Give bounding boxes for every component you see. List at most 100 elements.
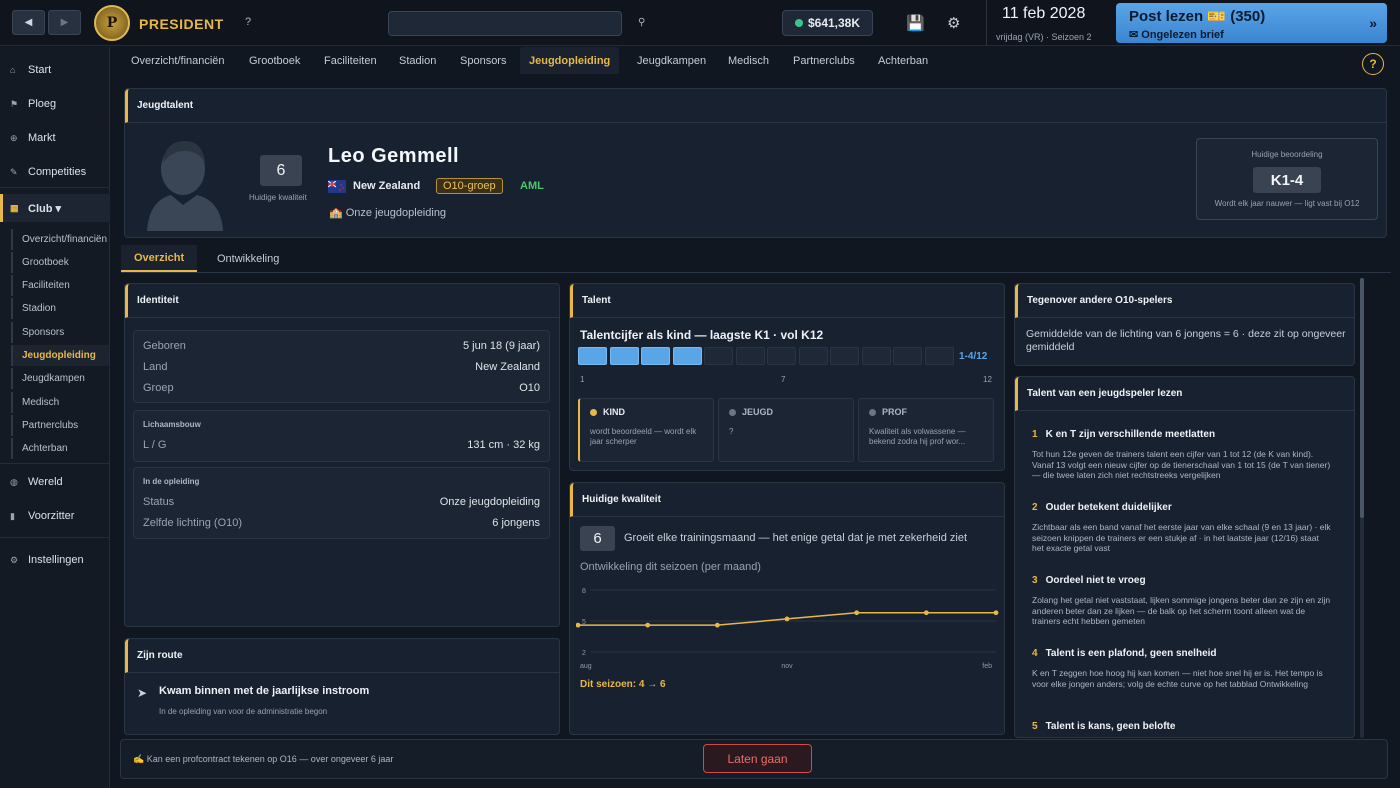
talent-segment (672, 347, 702, 365)
data-point (784, 616, 790, 622)
section-title: Talent van een jeugdspeler lezen (1015, 377, 1354, 411)
sidebar-item-markt[interactable]: ⊕ Markt (0, 124, 110, 152)
sidebar-sub-partnerclubs[interactable]: Partnerclubs (11, 415, 109, 436)
tab-jeugdkampen[interactable]: Jeugdkampen (637, 47, 706, 74)
forward-button[interactable]: ▶ (48, 10, 81, 35)
nz-flag-icon (327, 180, 346, 193)
route-headline: Kwam binnen met de jaarlijkse instroom (159, 685, 370, 697)
stage-name: JEUGD (742, 407, 774, 417)
sidebar-sub-jeugdkampen[interactable]: Jeugdkampen (11, 368, 109, 389)
tab-achterban[interactable]: Achterban (878, 47, 928, 74)
talent-segment (641, 347, 670, 365)
row-label: Zelfde lichting (O10) (143, 517, 243, 529)
guide-item: 3 Oordeel niet te vroeg Zolang het getal n… (1032, 575, 1332, 627)
data-point (576, 622, 581, 628)
sidebar-item-wereld[interactable]: ◍ Wereld (0, 468, 110, 496)
whistle-icon[interactable]: ⚙ (947, 14, 960, 32)
sidebar-item-club[interactable]: ▦ Club ▾ (0, 194, 110, 222)
sidebar-item-label: Wereld (28, 476, 63, 488)
guide-body: Zichtbaar als een band vanaf het eerste … (1032, 522, 1331, 554)
tab-sponsors[interactable]: Sponsors (460, 47, 506, 74)
sidebar-sub-jeugdopleiding[interactable]: Jeugdopleiding (11, 345, 109, 366)
club-icon: ▦ (10, 202, 19, 213)
date-display[interactable]: 11 feb 2028 vrijdag (VR) · Seizoen 2 (986, 0, 1103, 46)
tab-grootboek[interactable]: Grootboek (249, 47, 300, 74)
sidebar-item-label: Start (28, 64, 52, 76)
tab-partnerclubs[interactable]: Partnerclubs (793, 47, 855, 74)
guide-number: 1 (1032, 429, 1038, 440)
sidebar-item-competities[interactable]: ✎ Competities (0, 158, 110, 186)
row-value: 6 jongens (492, 517, 540, 529)
tab-overzicht[interactable]: Overzicht/financiën (131, 47, 225, 74)
tab-medisch[interactable]: Medisch (728, 47, 769, 74)
data-point (645, 622, 651, 628)
sidebar-divider (0, 187, 110, 188)
sidebar-sub-faciliteiten[interactable]: Faciliteiten (11, 275, 109, 296)
status-row: Status Onze jeugdopleiding (143, 496, 540, 508)
scrollbar[interactable] (1360, 278, 1364, 738)
help-button[interactable]: ? (1362, 53, 1384, 75)
quality-label: Huidige kwaliteit (249, 193, 307, 202)
back-button[interactable]: ◀ (12, 10, 45, 35)
help-icon[interactable]: ? (245, 16, 251, 28)
y-tick-label: 8 (582, 588, 586, 595)
sidebar-sub-sponsors[interactable]: Sponsors (11, 322, 109, 343)
save-icon[interactable]: 💾 (906, 14, 925, 32)
gear-icon: ⚙ (10, 554, 19, 565)
stage-dot-icon (729, 408, 736, 416)
guide-number: 2 (1032, 502, 1038, 513)
identity-card: Geboren 5 jun 18 (9 jaar) Land New Zealand… (133, 330, 550, 403)
guide-body: K en T zeggen hoe hoog hij kan komen — n… (1032, 668, 1323, 689)
sidebar-item-start[interactable]: ⌂ Start (0, 56, 110, 84)
release-button[interactable]: Laten gaan (703, 744, 812, 773)
home-icon: ⌂ (10, 65, 16, 75)
guide-item: 5 Talent is kans, geen belofte (1032, 721, 1332, 732)
sidebar-item-ploeg[interactable]: ⚑ Ploeg (0, 90, 110, 118)
sidebar-sub-medisch[interactable]: Medisch (11, 392, 109, 413)
current-date: 11 feb 2028 (1002, 5, 1086, 22)
balance-display[interactable]: $641,38K (782, 10, 873, 36)
rating-label: Huidige beoordeling (1251, 150, 1323, 159)
tab-stadion[interactable]: Stadion (399, 47, 436, 74)
current-rating-box: Huidige beoordeling K1-4 Wordt elk jaar … (1196, 138, 1378, 220)
talent-subtitle: Talentcijfer als kind — laagste K1 · vol… (580, 328, 824, 342)
guide-number: 5 (1032, 721, 1038, 732)
tab-ontwikkeling[interactable]: Ontwikkeling (217, 245, 279, 272)
search-input[interactable] (388, 11, 622, 36)
sidebar-item-instellingen[interactable]: ⚙ Instellingen (0, 546, 110, 574)
guide-item: 4 Talent is een plafond, geen snelheid K e… (1032, 648, 1332, 689)
guide-heading: Talent is kans, geen belofte (1045, 721, 1176, 732)
scale-tick: 7 (781, 375, 786, 384)
rating-note: Wordt elk jaar nauwer — ligt vast bij O1… (1214, 199, 1360, 208)
data-point (993, 610, 999, 616)
sidebar-sub-stadion[interactable]: Stadion (11, 298, 109, 319)
guide-heading: Talent is een plafond, geen snelheid (1045, 648, 1217, 659)
sidebar-item-voorzitter[interactable]: ▮ Voorzitter (0, 502, 110, 530)
tab-overzicht-player[interactable]: Overzicht (121, 245, 198, 272)
chart-title: Ontwikkeling dit seizoen (per maand) (580, 561, 761, 573)
search-icon[interactable]: ⚲ (638, 17, 645, 28)
tab-jeugdopleiding[interactable]: Jeugdopleiding (520, 47, 620, 74)
season-progress: Dit seizoen: 4 → 6 (580, 679, 666, 690)
guide-number: 3 (1032, 575, 1038, 586)
stage-dot-icon (590, 408, 597, 416)
current-day-season: vrijdag (VR) · Seizoen 2 (996, 32, 1092, 42)
subtab-divider (121, 272, 1391, 273)
tab-faciliteiten[interactable]: Faciliteiten (324, 47, 377, 74)
academy-label: 🏫 Onze jeugdopleiding (329, 207, 447, 219)
talent-segment (578, 347, 607, 365)
stage-text: ? (729, 427, 734, 436)
build-row: L / G 131 cm · 32 kg (143, 439, 540, 451)
row-value: Onze jeugdopleiding (439, 496, 540, 508)
scrollbar-thumb[interactable] (1360, 278, 1364, 518)
talent-segment (861, 347, 891, 365)
read-mail-button[interactable]: Post lezen 🎫 (350) ✉ Ongelezen brief » (1116, 3, 1387, 43)
club-logo[interactable]: P (94, 5, 130, 41)
row-value: 5 jun 18 (9 jaar) (462, 340, 540, 352)
row-label: L / G (143, 439, 167, 451)
sidebar-sub-overzicht[interactable]: Overzicht/financiën (11, 229, 109, 250)
sidebar-sub-grootboek[interactable]: Grootboek (11, 252, 109, 273)
chairman-icon: ▮ (10, 510, 15, 521)
row-label: Status (143, 496, 175, 508)
sidebar-sub-achterban[interactable]: Achterban (11, 438, 109, 459)
